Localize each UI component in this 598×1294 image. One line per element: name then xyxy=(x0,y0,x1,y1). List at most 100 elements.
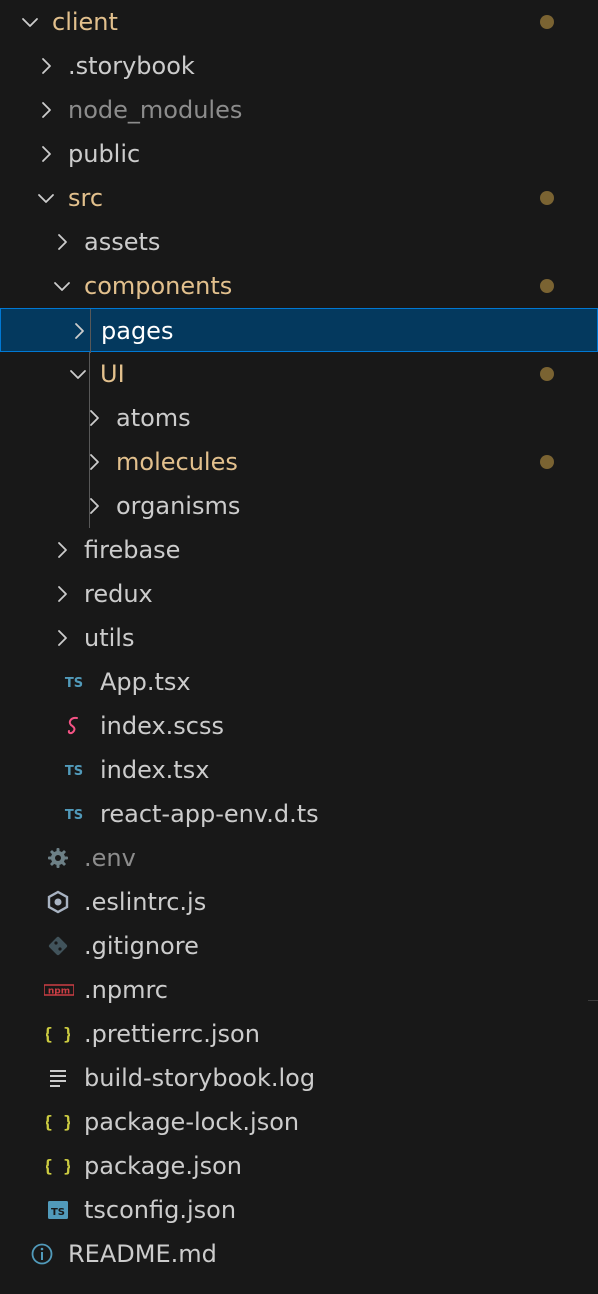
tree-file-readme-md[interactable]: README.md xyxy=(0,1232,598,1276)
tree-item-label: .npmrc xyxy=(84,976,168,1004)
tree-file-app-tsx[interactable]: TS App.tsx xyxy=(0,660,598,704)
tree-folder-node-modules[interactable]: node_modules xyxy=(0,88,598,132)
tree-item-label: atoms xyxy=(116,404,191,432)
tree-folder-components[interactable]: components xyxy=(0,264,598,308)
tree-item-label: .env xyxy=(84,844,136,872)
tree-item-label: firebase xyxy=(84,536,181,564)
tree-item-label: pages xyxy=(101,317,174,345)
tree-folder-atoms[interactable]: atoms xyxy=(0,396,598,440)
modified-indicator-dot xyxy=(540,367,554,381)
svg-text:TS: TS xyxy=(51,1207,65,1218)
tree-item-label: package-lock.json xyxy=(84,1108,300,1136)
tree-item-label: client xyxy=(52,8,118,36)
tree-item-label: node_modules xyxy=(68,96,243,124)
tree-item-label: build-storybook.log xyxy=(84,1064,316,1092)
log-file-icon xyxy=(46,1066,70,1090)
tree-folder-src[interactable]: src xyxy=(0,176,598,220)
chevron-down-icon[interactable] xyxy=(36,188,56,208)
tree-file-react-app-env-d-ts[interactable]: TS react-app-env.d.ts xyxy=(0,792,598,836)
tree-item-label: tsconfig.json xyxy=(84,1196,237,1224)
tree-item-label: index.tsx xyxy=(100,756,210,784)
tree-file-gitignore[interactable]: .gitignore xyxy=(0,924,598,968)
svg-text:TS: TS xyxy=(65,808,83,823)
tree-folder-pages[interactable]: pages xyxy=(0,308,598,353)
indent-guide xyxy=(89,352,90,396)
tree-folder-organisms[interactable]: organisms xyxy=(0,484,598,528)
chevron-right-icon[interactable] xyxy=(69,321,89,341)
tree-file-env[interactable]: .env xyxy=(0,836,598,880)
chevron-right-icon[interactable] xyxy=(52,628,72,648)
tree-folder-utils[interactable]: utils xyxy=(0,616,598,660)
tree-item-label: package.json xyxy=(84,1152,243,1180)
info-icon xyxy=(30,1242,54,1266)
tree-file-package-json[interactable]: { } package.json xyxy=(0,1144,598,1188)
tree-file-tsconfig-json[interactable]: TS tsconfig.json xyxy=(0,1188,598,1232)
json-icon: { } xyxy=(46,1022,70,1046)
json-icon: { } xyxy=(46,1110,70,1134)
tree-item-label: index.scss xyxy=(100,712,224,740)
chevron-down-icon[interactable] xyxy=(20,12,40,32)
tree-item-label: react-app-env.d.ts xyxy=(100,800,319,828)
typescript-icon: TS xyxy=(62,670,86,694)
tree-folder-molecules[interactable]: molecules xyxy=(0,440,598,484)
tree-item-label: molecules xyxy=(116,448,238,476)
svg-text:TS: TS xyxy=(65,764,83,779)
panel-edge-divider xyxy=(588,1000,598,1001)
eslint-icon xyxy=(46,890,70,914)
svg-text:{ }: { } xyxy=(46,1113,70,1133)
tree-file-npmrc[interactable]: npm .npmrc xyxy=(0,968,598,1012)
chevron-right-icon[interactable] xyxy=(36,100,56,120)
svg-text:TS: TS xyxy=(65,676,83,691)
chevron-right-icon[interactable] xyxy=(36,144,56,164)
chevron-right-icon[interactable] xyxy=(84,452,104,472)
tree-item-label: UI xyxy=(100,360,125,388)
tree-item-label: src xyxy=(68,184,104,212)
git-icon xyxy=(46,934,70,958)
tree-item-label: components xyxy=(84,272,233,300)
chevron-right-icon[interactable] xyxy=(52,540,72,560)
npm-icon: npm xyxy=(44,978,74,1002)
chevron-right-icon[interactable] xyxy=(52,232,72,252)
svg-text:{ }: { } xyxy=(46,1157,70,1177)
tree-file-index-scss[interactable]: index.scss xyxy=(0,704,598,748)
chevron-down-icon[interactable] xyxy=(52,276,72,296)
tree-folder-client[interactable]: client xyxy=(0,0,598,44)
tree-item-label: .eslintrc.js xyxy=(84,888,207,916)
tree-item-label: README.md xyxy=(68,1240,217,1268)
tree-file-build-storybook-log[interactable]: build-storybook.log xyxy=(0,1056,598,1100)
file-explorer-tree: client .storybook node_modulespublic src ass… xyxy=(0,0,598,1294)
typescript-icon: TS xyxy=(62,802,86,826)
tree-folder-firebase[interactable]: firebase xyxy=(0,528,598,572)
tree-folder-storybook[interactable]: .storybook xyxy=(0,44,598,88)
tree-file-package-lock-json[interactable]: { } package-lock.json xyxy=(0,1100,598,1144)
sass-icon xyxy=(62,714,86,738)
modified-indicator-dot xyxy=(540,15,554,29)
tree-item-label: utils xyxy=(84,624,135,652)
tsconfig-icon: TS xyxy=(46,1198,70,1222)
svg-text:npm: npm xyxy=(48,987,70,997)
tree-item-label: assets xyxy=(84,228,161,256)
chevron-right-icon[interactable] xyxy=(84,496,104,516)
tree-item-label: organisms xyxy=(116,492,241,520)
tree-folder-redux[interactable]: redux xyxy=(0,572,598,616)
tree-item-label: .storybook xyxy=(68,52,195,80)
chevron-right-icon[interactable] xyxy=(52,584,72,604)
tree-item-label: .gitignore xyxy=(84,932,199,960)
tree-folder-assets[interactable]: assets xyxy=(0,220,598,264)
tree-folder-public[interactable]: public xyxy=(0,132,598,176)
chevron-right-icon[interactable] xyxy=(36,56,56,76)
json-icon: { } xyxy=(46,1154,70,1178)
tree-file-index-tsx[interactable]: TS index.tsx xyxy=(0,748,598,792)
chevron-down-icon[interactable] xyxy=(68,364,88,384)
tree-item-label: redux xyxy=(84,580,153,608)
tree-item-label: .prettierrc.json xyxy=(84,1020,260,1048)
tree-item-label: App.tsx xyxy=(100,668,191,696)
chevron-right-icon[interactable] xyxy=(84,408,104,428)
tree-item-label: public xyxy=(68,140,141,168)
tree-file-prettierrc-json[interactable]: { } .prettierrc.json xyxy=(0,1012,598,1056)
modified-indicator-dot xyxy=(540,191,554,205)
modified-indicator-dot xyxy=(540,279,554,293)
modified-indicator-dot xyxy=(540,455,554,469)
tree-file-eslintrc-js[interactable]: .eslintrc.js xyxy=(0,880,598,924)
tree-folder-ui[interactable]: UI xyxy=(0,352,598,396)
